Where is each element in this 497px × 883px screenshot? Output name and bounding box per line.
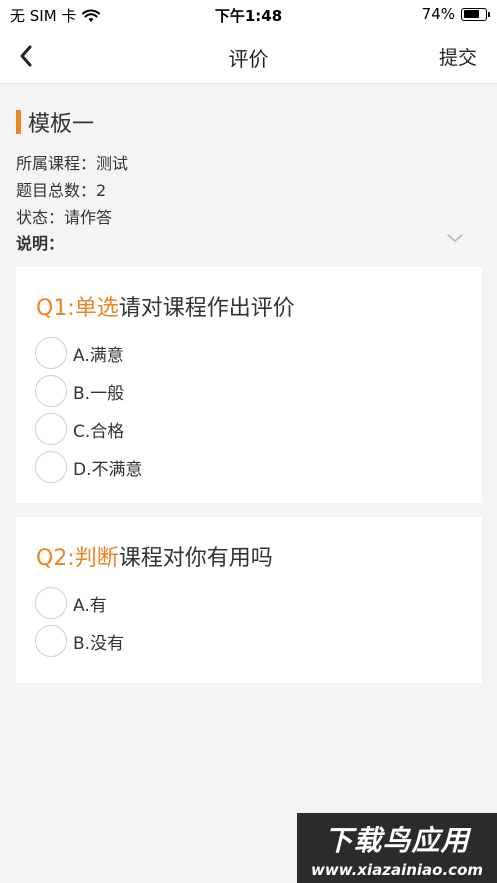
question-card-1: Q1:单选请对课程作出评价 A.满意 B.一般 C.合格 D.不满意 <box>16 267 482 503</box>
watermark: 下载鸟应用 www.xiazainiao.com <box>297 813 497 883</box>
question-type: Q1:单选 <box>36 296 119 321</box>
status-label: 状态： <box>16 208 65 227</box>
submit-button[interactable]: 提交 <box>439 43 477 70</box>
question-card-2: Q2:判断课程对你有用吗 A.有 B.没有 <box>16 517 482 683</box>
watermark-logo-text: 下载鸟应用 <box>324 824 470 857</box>
battery-fill <box>463 10 480 18</box>
status-info: 状态：请作答 <box>16 204 112 228</box>
status-right: 74% <box>421 5 490 23</box>
option-q1-b[interactable]: B.一般 <box>35 375 124 407</box>
option-q1-d[interactable]: D.不满意 <box>35 451 143 483</box>
watermark-url: www.xiazainiao.com <box>310 861 484 879</box>
option-q1-a[interactable]: A.满意 <box>35 337 124 369</box>
radio-circle[interactable] <box>35 451 67 483</box>
question-type: Q2:判断 <box>36 546 119 571</box>
status-value: 请作答 <box>64 208 113 227</box>
question-title: Q2:判断课程对你有用吗 <box>36 540 273 572</box>
template-header: 模板一 <box>16 106 94 138</box>
radio-circle[interactable] <box>35 625 67 657</box>
question-text: 请对课程作出评价 <box>118 296 295 321</box>
option-label: B.没有 <box>73 633 125 654</box>
description-info: 说明： <box>16 230 64 254</box>
description-label: 说明： <box>16 234 65 253</box>
radio-circle[interactable] <box>35 587 67 619</box>
option-q2-b[interactable]: B.没有 <box>35 625 124 657</box>
nav-bar: 评价 提交 <box>0 28 497 84</box>
page-title: 评价 <box>228 47 269 71</box>
radio-circle[interactable] <box>35 375 67 407</box>
course-label: 所属课程： <box>16 154 97 173</box>
accent-bar <box>16 110 21 134</box>
radio-circle[interactable] <box>35 413 67 445</box>
course-value: 测试 <box>96 154 129 173</box>
chevron-down-icon[interactable] <box>446 232 464 244</box>
question-text: 课程对你有用吗 <box>118 546 273 571</box>
template-title: 模板一 <box>28 112 95 137</box>
count-value: 2 <box>96 181 107 200</box>
option-q1-c[interactable]: C.合格 <box>35 413 124 445</box>
option-q2-a[interactable]: A.有 <box>35 587 107 619</box>
option-label: A.有 <box>73 595 107 616</box>
question-title: Q1:单选请对课程作出评价 <box>36 290 295 322</box>
course-info: 所属课程：测试 <box>16 150 128 174</box>
count-info: 题目总数：2 <box>16 177 106 201</box>
status-bar: 无 SIM 卡 下午1:48 74% <box>0 0 497 28</box>
option-label: C.合格 <box>73 421 125 442</box>
battery-icon <box>461 7 490 21</box>
option-label: D.不满意 <box>73 459 143 480</box>
count-label: 题目总数： <box>16 181 97 200</box>
option-label: A.满意 <box>73 345 124 366</box>
battery-percent: 74% <box>421 5 455 23</box>
radio-circle[interactable] <box>35 337 67 369</box>
option-label: B.一般 <box>73 383 125 404</box>
